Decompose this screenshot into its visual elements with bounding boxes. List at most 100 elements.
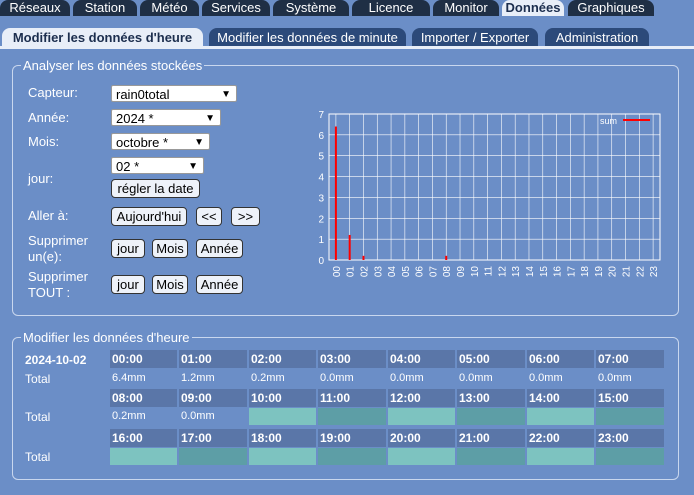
hour-value[interactable]: 0.0mm: [388, 370, 455, 387]
hour-header: 07:00: [596, 350, 664, 368]
hour-value[interactable]: [249, 408, 316, 425]
hour-header: 02:00: [249, 350, 316, 368]
set-date-button[interactable]: régler la date: [111, 179, 200, 198]
hour-value[interactable]: [179, 448, 247, 465]
hour-header: 23:00: [596, 429, 664, 447]
hour-value[interactable]: [596, 408, 664, 425]
hour-value[interactable]: 0.0mm: [318, 370, 386, 387]
hour-header: 18:00: [249, 429, 316, 447]
rain-chart: 0123456700 01 02 03 04 05 06 07 08 09 10 11 12 13 14 15…: [318, 110, 661, 278]
x-tick-label: 00: [332, 266, 343, 278]
nav-tab[interactable]: Système: [273, 0, 349, 16]
x-tick-label: 12: [497, 266, 508, 278]
sub-tab[interactable]: Modifier les données de minute: [209, 28, 406, 47]
chevron-down-icon: ▼: [194, 137, 204, 148]
hour-value[interactable]: [527, 408, 594, 425]
hour-header: 14:00: [527, 389, 594, 407]
today-button[interactable]: Aujourd'hui: [111, 207, 187, 226]
nav-tab[interactable]: Licence: [352, 0, 430, 16]
hour-value[interactable]: 0.2mm: [249, 370, 316, 387]
x-tick-label: 19: [594, 266, 605, 278]
chevron-down-icon: ▼: [221, 89, 231, 100]
hour-header: 09:00: [179, 389, 247, 407]
nav-tab[interactable]: Graphiques: [568, 0, 654, 16]
hour-header: 00:00: [110, 350, 177, 368]
x-tick-label: 20: [608, 266, 619, 278]
nav-tab[interactable]: Réseaux: [0, 0, 70, 16]
delete-all-day-button[interactable]: jour: [111, 275, 145, 294]
chart-bar: [445, 255, 448, 260]
hour-header: 10:00: [249, 389, 316, 407]
hour-value[interactable]: [110, 448, 177, 465]
delete-all-label-line2: TOUT :: [28, 285, 71, 300]
x-tick-label: 04: [387, 266, 398, 278]
hour-value[interactable]: [527, 448, 594, 465]
nav-tab[interactable]: Monitor: [433, 0, 499, 16]
hour-value[interactable]: 0.0mm: [527, 370, 594, 387]
hour-header: 16:00: [110, 429, 177, 447]
hour-value[interactable]: [457, 408, 525, 425]
hour-header: 15:00: [596, 389, 664, 407]
hour-value[interactable]: [596, 448, 664, 465]
x-tick-label: 02: [359, 266, 370, 278]
x-tick-label: 15: [539, 266, 550, 278]
hour-header: 22:00: [527, 429, 594, 447]
nav-tab[interactable]: Station: [73, 0, 137, 16]
y-tick-label: 1: [318, 235, 324, 246]
total-label-row3: Total: [25, 450, 51, 464]
hour-header: 20:00: [388, 429, 455, 447]
x-tick-label: 18: [580, 266, 591, 278]
delete-all-year-button[interactable]: Année: [196, 275, 243, 294]
hour-value[interactable]: 0.0mm: [596, 370, 664, 387]
nav-tab[interactable]: Données: [502, 0, 564, 16]
hour-value[interactable]: 0.2mm: [110, 408, 177, 425]
x-tick-label: 08: [442, 266, 453, 278]
hour-value[interactable]: 1.2mm: [179, 370, 247, 387]
delete-one-year-button[interactable]: Année: [196, 239, 243, 258]
hour-value[interactable]: 0.0mm: [457, 370, 525, 387]
capteur-label: Capteur:: [28, 85, 78, 100]
x-tick-label: 16: [553, 266, 564, 278]
delete-all-month-button[interactable]: Mois: [152, 275, 188, 294]
main-nav: Réseaux Station Météo Services Système Licenc…: [0, 0, 694, 18]
x-tick-label: 14: [525, 266, 536, 278]
chart-bar: [348, 234, 351, 260]
nav-tab[interactable]: Services: [202, 0, 270, 16]
hour-value[interactable]: [318, 408, 386, 425]
x-tick-label: 03: [373, 266, 384, 278]
mois-select[interactable]: octobre * ▼: [111, 133, 210, 150]
hour-header: 06:00: [527, 350, 594, 368]
analyse-legend: Analyser les données stockées: [23, 58, 203, 73]
x-tick-label: 06: [415, 266, 426, 278]
prev-button[interactable]: <<: [196, 207, 222, 226]
sub-nav: Modifier les données d'heure Modifier les…: [0, 28, 694, 48]
y-tick-label: 4: [318, 173, 324, 184]
total-label-row1: Total: [25, 372, 51, 386]
nav-divider: [0, 46, 694, 49]
jour-select[interactable]: 02 * ▼: [111, 157, 204, 174]
capteur-value: rain0total: [116, 87, 170, 102]
capteur-select[interactable]: rain0total ▼: [111, 85, 237, 102]
hour-header: 13:00: [457, 389, 525, 407]
hour-value[interactable]: [388, 408, 455, 425]
sub-tab[interactable]: Administration: [545, 28, 649, 47]
nav-tab[interactable]: Météo: [140, 0, 199, 16]
hour-value[interactable]: [318, 448, 386, 465]
delete-one-day-button[interactable]: jour: [111, 239, 145, 258]
hour-value[interactable]: [249, 448, 316, 465]
hour-header: 04:00: [388, 350, 455, 368]
hour-value[interactable]: 0.0mm: [179, 408, 247, 425]
y-tick-label: 6: [318, 131, 324, 142]
hour-value[interactable]: 6.4mm: [110, 370, 177, 387]
hour-header: 01:00: [179, 350, 247, 368]
hour-value[interactable]: [457, 448, 525, 465]
chevron-down-icon: ▼: [188, 161, 198, 172]
next-button[interactable]: >>: [231, 207, 260, 226]
x-tick-label: 23: [649, 266, 660, 278]
sub-tab[interactable]: Importer / Exporter: [412, 28, 538, 47]
annee-select[interactable]: 2024 * ▼: [111, 109, 221, 126]
sub-tab[interactable]: Modifier les données d'heure: [2, 28, 203, 47]
hour-value[interactable]: [388, 448, 455, 465]
delete-one-month-button[interactable]: Mois: [152, 239, 188, 258]
annee-label: Année:: [28, 110, 70, 125]
